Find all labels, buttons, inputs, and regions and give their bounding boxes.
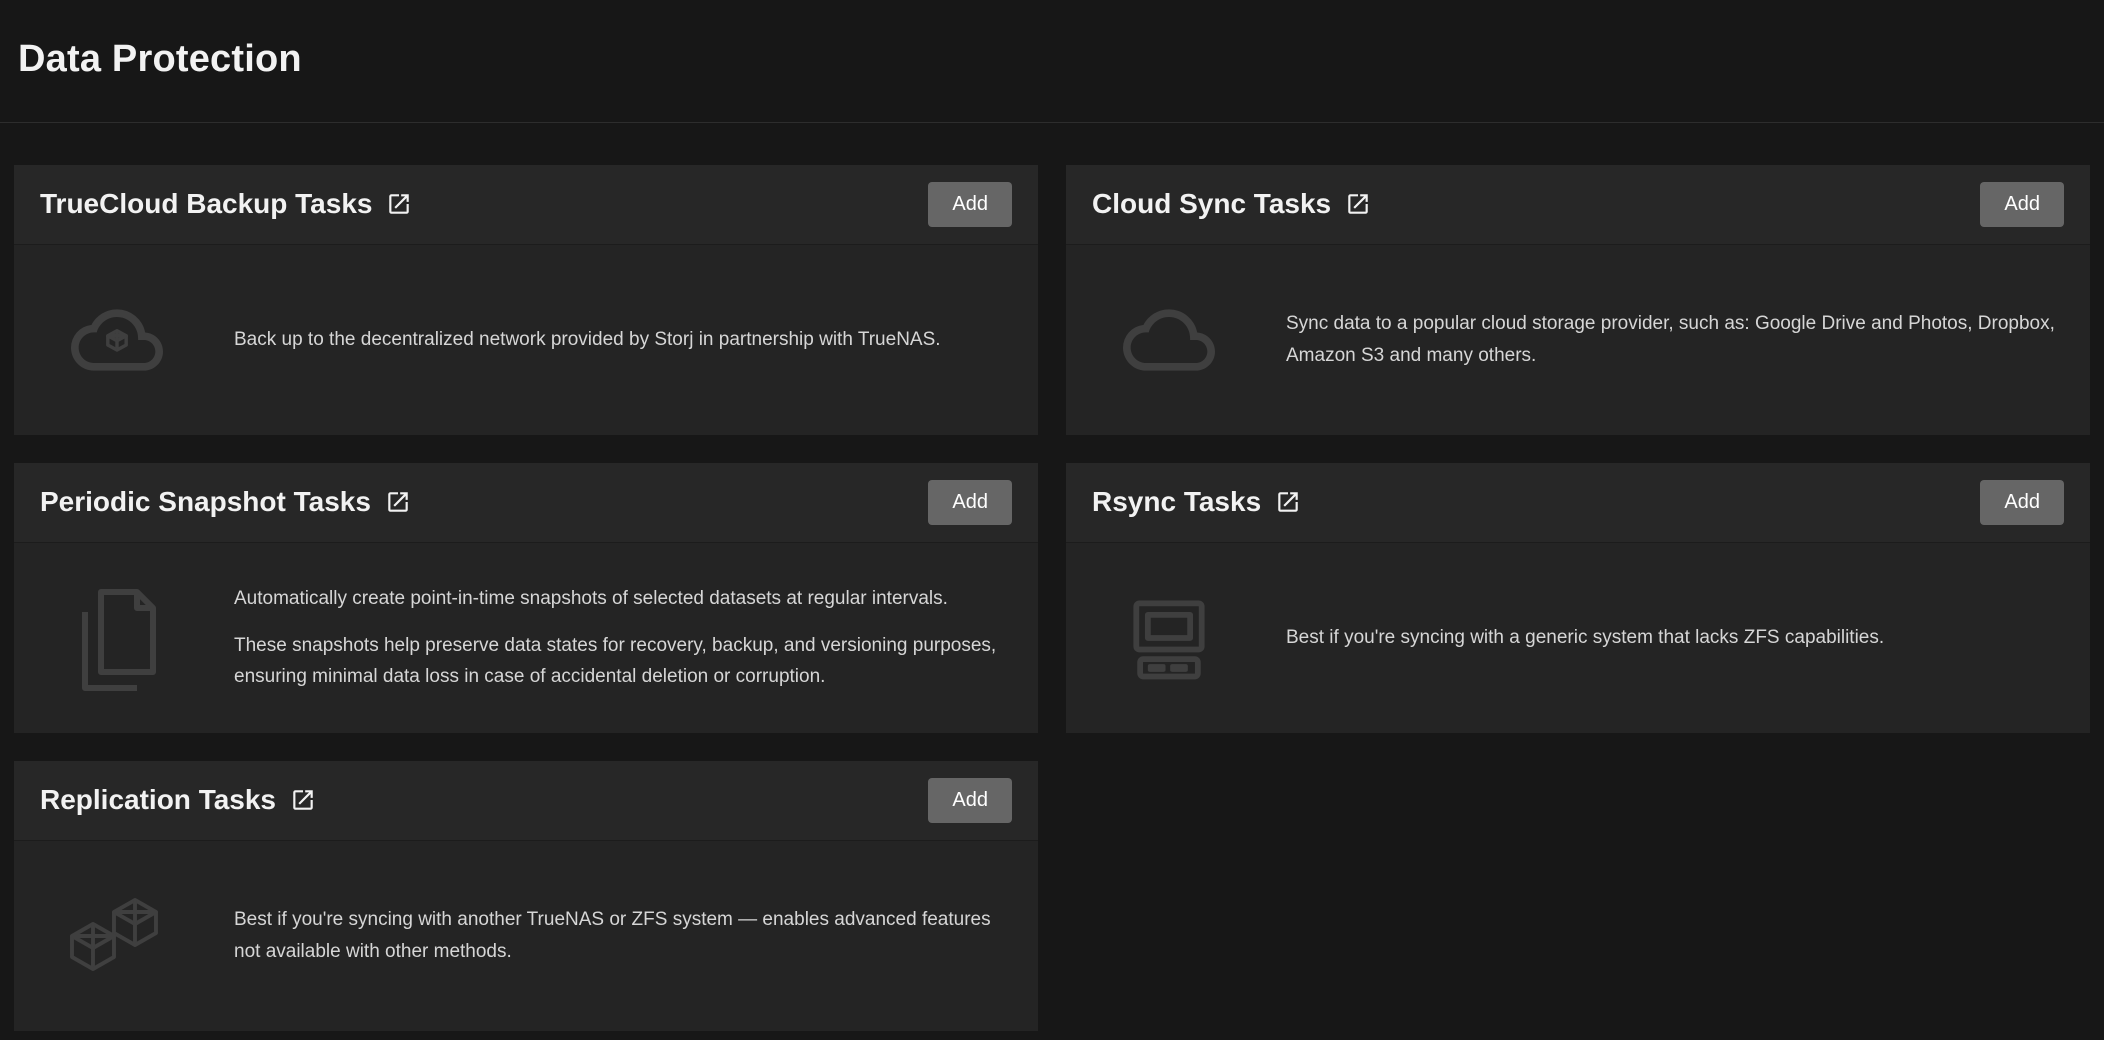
cloud-sync-tasks-link[interactable]: Cloud Sync Tasks [1092, 188, 1371, 220]
card-periodic-snapshot-tasks: Periodic Snapshot Tasks Add Automaticall… [14, 463, 1038, 733]
card-description: Back up to the decentralized network pro… [234, 324, 1008, 355]
card-description-line: Automatically create point-in-time snaps… [234, 583, 1008, 614]
card-description: Best if you're syncing with a generic sy… [1286, 622, 2060, 653]
card-body: Best if you're syncing with another True… [14, 841, 1038, 1031]
replication-add-button[interactable]: Add [928, 778, 1012, 823]
replication-tasks-link[interactable]: Replication Tasks [40, 784, 316, 816]
card-description: Best if you're syncing with another True… [234, 904, 1008, 967]
cloud-sync-add-button[interactable]: Add [1980, 182, 2064, 227]
page-title: Data Protection [18, 38, 2086, 82]
card-truecloud-backup-tasks: TrueCloud Backup Tasks Add [14, 165, 1038, 435]
truecloud-add-button[interactable]: Add [928, 182, 1012, 227]
storj-cloud-icon [42, 294, 192, 386]
documents-icon [42, 580, 192, 696]
card-title-text: Periodic Snapshot Tasks [40, 486, 371, 518]
page-header: Data Protection [0, 0, 2104, 82]
card-header: Cloud Sync Tasks Add [1066, 165, 2090, 245]
external-link-icon [385, 489, 411, 515]
truecloud-backup-tasks-link[interactable]: TrueCloud Backup Tasks [40, 188, 412, 220]
card-description: Automatically create point-in-time snaps… [234, 583, 1008, 693]
card-description-line: Best if you're syncing with a generic sy… [1286, 622, 2060, 653]
card-body: Back up to the decentralized network pro… [14, 245, 1038, 435]
rsync-tasks-link[interactable]: Rsync Tasks [1092, 486, 1301, 518]
card-replication-tasks: Replication Tasks Add [14, 761, 1038, 1031]
header-divider [0, 122, 2104, 123]
card-description-line: Back up to the decentralized network pro… [234, 324, 1008, 355]
rsync-add-button[interactable]: Add [1980, 480, 2064, 525]
card-title-text: Cloud Sync Tasks [1092, 188, 1331, 220]
card-description-line: Best if you're syncing with another True… [234, 904, 1008, 967]
card-description-line: These snapshots help preserve data state… [234, 630, 1008, 693]
external-link-icon [290, 787, 316, 813]
periodic-snapshot-tasks-link[interactable]: Periodic Snapshot Tasks [40, 486, 411, 518]
card-header: Rsync Tasks Add [1066, 463, 2090, 543]
card-title-text: Replication Tasks [40, 784, 276, 816]
card-header: Periodic Snapshot Tasks Add [14, 463, 1038, 543]
card-body: Automatically create point-in-time snaps… [14, 543, 1038, 733]
card-body: Best if you're syncing with a generic sy… [1066, 543, 2090, 733]
external-link-icon [386, 191, 412, 217]
card-header: Replication Tasks Add [14, 761, 1038, 841]
periodic-snapshot-add-button[interactable]: Add [928, 480, 1012, 525]
external-link-icon [1275, 489, 1301, 515]
card-rsync-tasks: Rsync Tasks Add Best if you're syncing w… [1066, 463, 2090, 733]
external-link-icon [1345, 191, 1371, 217]
card-cloud-sync-tasks: Cloud Sync Tasks Add Sync data to a popu… [1066, 165, 2090, 435]
card-header: TrueCloud Backup Tasks Add [14, 165, 1038, 245]
cubes-icon [42, 888, 192, 984]
cloud-icon [1094, 294, 1244, 386]
card-description: Sync data to a popular cloud storage pro… [1286, 308, 2060, 371]
card-description-line: Sync data to a popular cloud storage pro… [1286, 308, 2060, 371]
data-protection-cards: TrueCloud Backup Tasks Add [0, 165, 2104, 1031]
card-body: Sync data to a popular cloud storage pro… [1066, 245, 2090, 435]
computer-icon [1094, 588, 1244, 688]
card-title-text: Rsync Tasks [1092, 486, 1261, 518]
card-title-text: TrueCloud Backup Tasks [40, 188, 372, 220]
